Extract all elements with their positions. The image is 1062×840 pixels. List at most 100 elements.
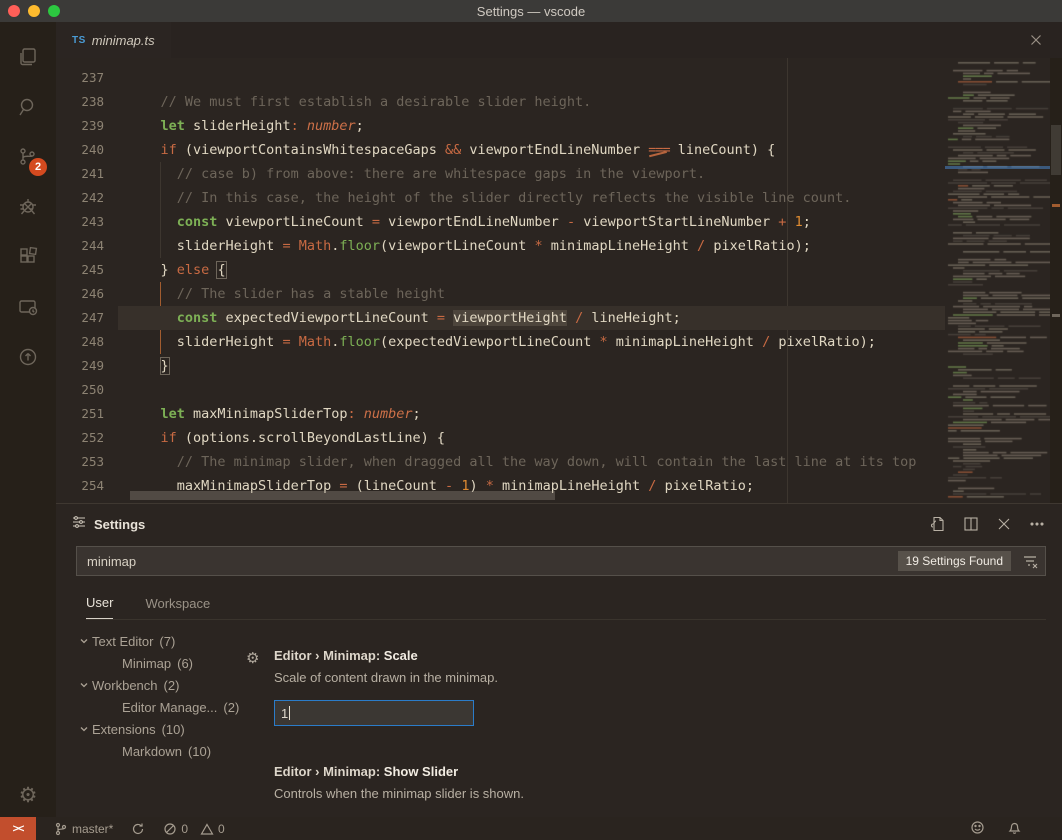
line-number[interactable]: 244 (56, 234, 118, 258)
toc-item-text-editor[interactable]: Text Editor(7) (76, 630, 246, 652)
code-line[interactable]: // The slider has a stable height (118, 282, 945, 306)
code-line[interactable]: } else { (118, 258, 945, 282)
code-line[interactable]: // We must first establish a desirable s… (118, 90, 945, 114)
chevron-down-icon (76, 677, 92, 693)
editor-gutter: 2372382392402412422432442452462472482492… (56, 58, 118, 503)
line-number[interactable]: 240 (56, 138, 118, 162)
explorer-icon[interactable] (6, 32, 50, 82)
setting-description: Controls when the minimap slider is show… (274, 786, 1062, 808)
setting-title: Editor › Minimap: Scale (274, 648, 1062, 670)
clear-filters-icon[interactable] (1021, 552, 1039, 570)
line-number[interactable]: 242 (56, 186, 118, 210)
more-actions-icon[interactable] (1028, 515, 1046, 533)
code-line[interactable]: const viewportLineCount = viewportEndLin… (118, 210, 945, 234)
line-number[interactable]: 245 (56, 258, 118, 282)
code-line[interactable] (118, 378, 945, 402)
code-line[interactable]: let sliderHeight: number; (118, 114, 945, 138)
setting-description: Scale of content drawn in the minimap. (274, 670, 1062, 692)
manage-gear-icon[interactable]: ⚙ (19, 773, 38, 817)
code-line[interactable]: if (viewportContainsWhitespaceGaps && vi… (118, 138, 945, 162)
settings-scope-tabs: User Workspace (86, 588, 1046, 620)
close-panel-icon[interactable] (995, 515, 1013, 533)
line-number[interactable]: 248 (56, 330, 118, 354)
toc-item-markdown[interactable]: Markdown(10) (76, 740, 246, 762)
code-line[interactable]: // case b) from above: there are whitesp… (118, 162, 945, 186)
scrollbar-slider[interactable] (1051, 125, 1061, 175)
code-line[interactable]: const expectedViewportLineCount = viewpo… (118, 306, 945, 330)
git-branch-status[interactable]: master* (54, 822, 113, 836)
problems-status[interactable]: 0 0 (163, 822, 224, 836)
code-area[interactable]: // We must first establish a desirable s… (118, 58, 945, 503)
line-number[interactable]: 246 (56, 282, 118, 306)
feedback-smiley-icon[interactable] (970, 820, 985, 838)
code-line[interactable]: // In this case, the height of the slide… (118, 186, 945, 210)
scope-tab-user[interactable]: User (86, 595, 113, 619)
toc-item-workbench[interactable]: Workbench(2) (76, 674, 246, 696)
text-caret (289, 706, 290, 720)
line-number[interactable]: 247 (56, 306, 118, 330)
line-number[interactable]: 239 (56, 114, 118, 138)
setting-gear-icon[interactable] (246, 764, 274, 808)
typescript-file-icon: TS (72, 35, 86, 46)
line-number[interactable]: 237 (56, 66, 118, 90)
line-number[interactable]: 253 (56, 450, 118, 474)
tab-minimap-ts[interactable]: TS minimap.ts (56, 22, 171, 58)
titlebar: Settings — vscode (0, 0, 1062, 22)
setting-gear-icon[interactable]: ⚙ (246, 648, 274, 726)
scope-tab-workspace[interactable]: Workspace (145, 596, 210, 619)
setting-item: ⚙Editor › Minimap: ScaleScale of content… (246, 648, 1062, 726)
settings-title: Settings (94, 517, 145, 532)
setting-value-input[interactable]: 1 (274, 700, 474, 726)
warning-count: 0 (218, 822, 225, 836)
line-number[interactable]: 238 (56, 90, 118, 114)
code-editor[interactable]: 2372382392402412422432442452462472482492… (56, 58, 1062, 503)
horizontal-scrollbar[interactable] (130, 491, 555, 500)
code-line[interactable] (118, 66, 945, 90)
line-number[interactable]: 241 (56, 162, 118, 186)
remote-explorer-icon[interactable] (6, 282, 50, 332)
toc-item-extensions[interactable]: Extensions(10) (76, 718, 246, 740)
extensions-icon[interactable] (6, 232, 50, 282)
line-number[interactable]: 249 (56, 354, 118, 378)
tab-bar: TS minimap.ts (56, 22, 1062, 58)
overview-mark (1052, 314, 1060, 317)
remote-indicator[interactable]: >< (0, 817, 36, 840)
code-line[interactable]: // The minimap slider, when dragged all … (118, 450, 945, 474)
code-line[interactable]: } (118, 354, 945, 378)
sync-status[interactable] (131, 822, 145, 836)
line-number[interactable]: 243 (56, 210, 118, 234)
settings-sliders-icon (72, 515, 86, 534)
code-line[interactable]: sliderHeight = Math.floor(viewportLineCo… (118, 234, 945, 258)
sync-circle-icon[interactable] (6, 332, 50, 382)
debug-icon[interactable] (6, 182, 50, 232)
line-number[interactable]: 250 (56, 378, 118, 402)
chevron-down-icon (76, 721, 92, 737)
open-settings-json-icon[interactable] (929, 515, 947, 533)
scm-badge: 2 (29, 158, 47, 176)
split-editor-icon[interactable] (962, 515, 980, 533)
code-line[interactable]: sliderHeight = Math.floor(expectedViewpo… (118, 330, 945, 354)
window-title: Settings — vscode (0, 4, 1062, 19)
search-icon[interactable] (6, 82, 50, 132)
error-count: 0 (181, 822, 188, 836)
line-number[interactable]: 254 (56, 474, 118, 498)
settings-list: ⚙Editor › Minimap: ScaleScale of content… (246, 620, 1062, 817)
overview-mark (1052, 204, 1060, 207)
toc-item-minimap[interactable]: Minimap(6) (76, 652, 246, 674)
code-line[interactable]: let maxMinimapSliderTop: number; (118, 402, 945, 426)
settings-toc: Text Editor(7)Minimap(6)Workbench(2)Edit… (76, 620, 246, 817)
overview-ruler[interactable] (1050, 58, 1062, 503)
setting-item: Editor › Minimap: Show SliderControls wh… (246, 764, 1062, 808)
code-line[interactable]: if (options.scrollBeyondLastLine) { (118, 426, 945, 450)
line-number[interactable]: 251 (56, 402, 118, 426)
minimap[interactable] (945, 58, 1050, 503)
search-query: minimap (87, 554, 898, 569)
close-editor-icon[interactable] (1028, 32, 1044, 48)
notifications-bell-icon[interactable] (1007, 820, 1022, 838)
chevron-down-icon (76, 633, 92, 649)
source-control-icon[interactable]: 2 (6, 132, 50, 182)
toc-item-editor-manage-[interactable]: Editor Manage...(2) (76, 696, 246, 718)
branch-name: master* (72, 822, 113, 836)
line-number[interactable]: 252 (56, 426, 118, 450)
settings-search-input[interactable]: minimap 19 Settings Found (76, 546, 1046, 576)
